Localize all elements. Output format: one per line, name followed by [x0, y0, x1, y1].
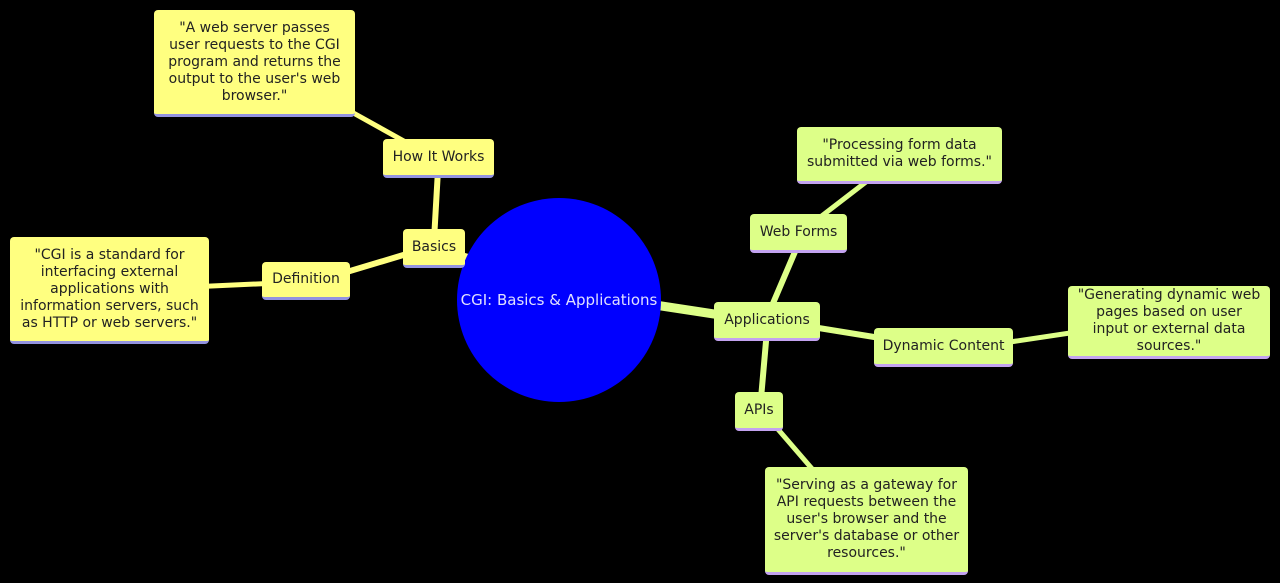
basics-label: Basics — [411, 238, 457, 255]
web-forms-detail-node[interactable]: "Processing form data submitted via web … — [797, 127, 1002, 184]
dynamic-content-node[interactable]: Dynamic Content — [874, 328, 1013, 367]
definition-node[interactable]: Definition — [262, 262, 350, 300]
apis-detail-node[interactable]: "Serving as a gateway for API requests b… — [765, 467, 968, 575]
how-it-works-label: How It Works — [392, 148, 485, 165]
apis-detail-text: "Serving as a gateway for API requests b… — [773, 477, 960, 561]
apis-node[interactable]: APIs — [735, 392, 783, 431]
definition-detail-node[interactable]: "CGI is a standard for interfacing exter… — [10, 237, 209, 344]
how-it-works-node[interactable]: How It Works — [383, 139, 494, 178]
how-it-works-detail-node[interactable]: "A web server passes user requests to th… — [154, 10, 355, 117]
definition-label: Definition — [272, 271, 340, 287]
web-forms-node[interactable]: Web Forms — [750, 214, 847, 253]
root-label: CGI: Basics & Applications — [460, 291, 658, 309]
web-forms-label: Web Forms — [759, 223, 838, 240]
apis-label: APIs — [744, 401, 774, 418]
applications-node[interactable]: Applications — [714, 302, 820, 341]
dynamic-content-detail-text: "Generating dynamic web pages based on u… — [1077, 287, 1261, 354]
how-it-works-detail-text: "A web server passes user requests to th… — [168, 19, 341, 104]
web-forms-detail-text: "Processing form data submitted via web … — [807, 137, 992, 170]
dynamic-content-label: Dynamic Content — [882, 337, 1005, 354]
applications-label: Applications — [724, 311, 810, 328]
dynamic-content-detail-node[interactable]: "Generating dynamic web pages based on u… — [1068, 286, 1270, 359]
basics-node[interactable]: Basics — [403, 229, 465, 268]
definition-detail-text: "CGI is a standard for interfacing exter… — [20, 246, 199, 331]
root-node[interactable]: CGI: Basics & Applications — [457, 198, 661, 402]
